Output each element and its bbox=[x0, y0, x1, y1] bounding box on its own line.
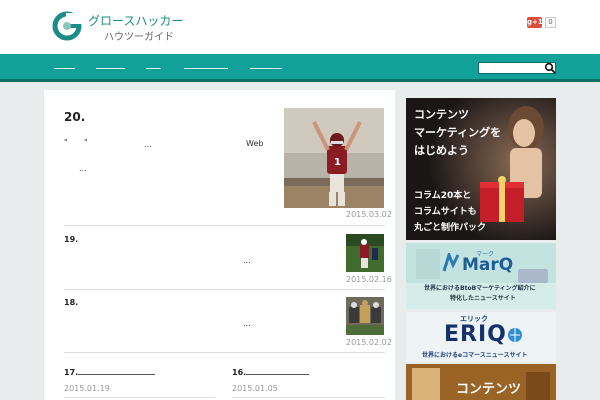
post-divider bbox=[64, 397, 215, 398]
post-20-web: Web bbox=[246, 139, 264, 148]
marq-caption-1: 世界におけるBtoBマーケティング紹介に bbox=[424, 285, 536, 292]
post-20-ellipsis-2: ... bbox=[79, 164, 87, 173]
post-18-ellipsis: ... bbox=[243, 319, 251, 328]
marq-logo-icon bbox=[442, 253, 460, 272]
nav-item-1-text bbox=[54, 68, 75, 69]
banner-lower-1: コラム20本と bbox=[414, 191, 472, 201]
post-20-quote-open: " bbox=[64, 138, 68, 147]
post-18-date: 2015.02.02 bbox=[346, 338, 392, 347]
marq-brand: MarQ bbox=[462, 255, 514, 275]
banner-lower-3: 丸ごと制作パック bbox=[414, 223, 487, 233]
site-logo-icon[interactable] bbox=[52, 11, 82, 41]
marq-caption-2: 特化したニュースサイト bbox=[450, 295, 516, 302]
post-20-ellipsis: ... bbox=[144, 140, 152, 149]
post-divider bbox=[64, 352, 385, 353]
logo-title[interactable]: グロースハッカー bbox=[88, 12, 183, 29]
nav-item-2-text bbox=[96, 68, 125, 69]
banner-lower-2: コラムサイトも bbox=[414, 207, 477, 217]
nav-item-4-text bbox=[184, 68, 228, 69]
post-20-date: 2015.03.02 bbox=[346, 210, 392, 219]
google-plus-button[interactable]: g+1 bbox=[527, 17, 543, 28]
post-16-date: 2015.01.05 bbox=[232, 384, 278, 393]
eriq-brand: ERIQ bbox=[444, 322, 507, 347]
banner-line-3: はじめよう bbox=[414, 144, 469, 157]
post-16-number[interactable]: 16. bbox=[232, 368, 246, 377]
post-19-number[interactable]: 19. bbox=[64, 235, 78, 244]
post-20-thumbnail[interactable]: 1 bbox=[284, 108, 384, 208]
post-20-quote-close: " bbox=[84, 138, 88, 147]
search-icon[interactable] bbox=[544, 62, 556, 74]
post-19-thumbnail[interactable] bbox=[346, 234, 384, 272]
post-19-ellipsis: ... bbox=[243, 256, 251, 265]
post-17-date: 2015.01.19 bbox=[64, 384, 110, 393]
post-divider bbox=[232, 397, 385, 398]
post-17-number[interactable]: 17. bbox=[64, 368, 78, 377]
marq-banner[interactable]: マーク MarQ 世界におけるBtoBマーケティング紹介に 特化したニュースサイ… bbox=[406, 243, 556, 309]
nav-item-3-text bbox=[146, 68, 161, 69]
post-divider bbox=[64, 225, 385, 226]
post-18-thumbnail[interactable] bbox=[346, 297, 384, 335]
eriq-caption: 世界におけるeコマースニュースサイト bbox=[422, 352, 528, 359]
site-header: グロースハッカー ハウツーガイド g+1 0 bbox=[0, 0, 600, 54]
post-17-title-link[interactable] bbox=[78, 374, 155, 375]
eriq-banner[interactable]: エリック ERIQ 世界におけるeコマースニュースサイト bbox=[406, 312, 556, 362]
nav-item-5-text bbox=[250, 68, 282, 69]
post-divider bbox=[64, 289, 385, 290]
post-19-date: 2015.02.16 bbox=[346, 275, 392, 284]
logo-subtitle: ハウツーガイド bbox=[104, 32, 174, 43]
content-banner-2[interactable]: コンテンツ bbox=[406, 364, 556, 400]
svg-text:1: 1 bbox=[334, 157, 341, 168]
banner-line-2: マーケティングを bbox=[414, 126, 502, 139]
post-16-title-link[interactable] bbox=[246, 374, 309, 375]
content-banner-2-text: コンテンツ bbox=[456, 382, 522, 397]
content-marketing-banner[interactable]: コンテンツ マーケティングを はじめよう コラム20本と コラムサイトも 丸ごと… bbox=[406, 98, 556, 240]
post-18-number[interactable]: 18. bbox=[64, 298, 78, 307]
globe-cart-icon bbox=[508, 328, 522, 342]
banner-line-1: コンテンツ bbox=[414, 108, 469, 121]
google-plus-count: 0 bbox=[545, 17, 556, 28]
post-20-number[interactable]: 20. bbox=[64, 110, 85, 124]
